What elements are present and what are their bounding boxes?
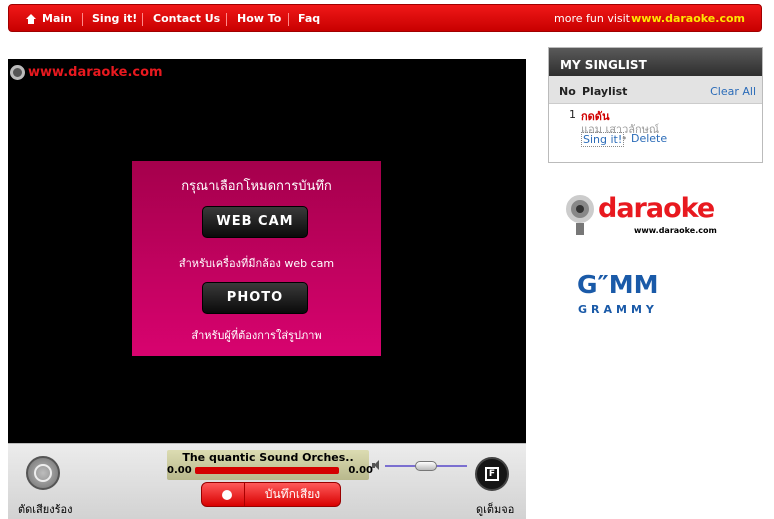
time-total: 0.00: [348, 465, 373, 476]
volume-icon[interactable]: [372, 459, 380, 471]
record-icon: [222, 490, 232, 500]
fullscreen-label: ดูเต็มจอ: [476, 503, 515, 516]
fullscreen-button[interactable]: F: [475, 457, 509, 491]
nav-main[interactable]: Main: [42, 5, 72, 33]
grammy-logo-text: GRAMMY: [578, 303, 658, 316]
record-label: บันทึกเสียง: [264, 487, 321, 501]
daraoke-logo-url: www.daraoke.com: [634, 226, 717, 235]
clear-all-link[interactable]: Clear All: [710, 85, 756, 98]
now-playing-panel: The quantic Sound Orches.. 0.00 0.00: [167, 450, 373, 480]
vocal-cut-button[interactable]: [26, 456, 60, 490]
player-logo-text: www.daraoke.com: [28, 64, 163, 80]
fullscreen-icon: F: [485, 467, 499, 481]
daraoke-logo[interactable]: daraoke www.daraoke.com: [566, 193, 726, 239]
vocal-cut-icon: [34, 464, 52, 482]
microphone-icon: [10, 64, 25, 80]
player-logo: www.daraoke.com: [10, 63, 163, 81]
home-icon[interactable]: [26, 14, 36, 24]
song-title: The quantic Sound Orches..: [182, 451, 354, 464]
record-mode-panel: กรุณาเลือกโหมดการบันทึก WEB CAM สำหรับเค…: [132, 161, 381, 356]
nav-how-to[interactable]: How To: [237, 5, 281, 33]
gmm-logo-text: G″MM: [577, 270, 659, 299]
col-playlist: Playlist: [582, 85, 628, 98]
nav-sing-it[interactable]: Sing it!: [92, 5, 137, 33]
webcam-button[interactable]: WEB CAM: [202, 206, 308, 238]
fun-visit-text: more fun visit: [554, 12, 630, 25]
daraoke-logo-text: daraoke: [598, 193, 715, 224]
volume-slider-handle[interactable]: [415, 461, 437, 471]
nav-divider: [142, 13, 143, 26]
vocal-cut-label: ตัดเสียงร้อง: [18, 503, 73, 516]
daraoke-link[interactable]: www.daraoke.com: [631, 5, 745, 33]
webcam-description: สำหรับเครื่องที่มีกล้อง web cam: [178, 257, 335, 270]
photo-description: สำหรับผู้ที่ต้องการใส่รูปภาพ: [191, 329, 322, 342]
item-number: 1: [569, 108, 576, 121]
singlist-header: No Playlist Clear All: [549, 76, 762, 104]
nav-divider: [288, 13, 289, 26]
top-nav: Main Sing it! Contact Us How To Faq more…: [8, 4, 762, 32]
my-singlist: MY SINGLIST No Playlist Clear All 1 กดดั…: [548, 47, 763, 163]
nav-faq[interactable]: Faq: [298, 5, 320, 33]
video-player: www.daraoke.com กรุณาเลือกโหมดการบันทึก …: [8, 59, 526, 443]
nav-divider: [226, 13, 227, 26]
singlist-title: MY SINGLIST: [549, 48, 762, 76]
record-button[interactable]: บันทึกเสียง: [201, 482, 341, 507]
microphone-stem: [576, 223, 584, 235]
col-no: No: [559, 85, 576, 98]
list-item: 1 กดดัน แอม เสาวลักษณ์ Sing it! • Delete: [549, 104, 762, 147]
item-separator: •: [621, 132, 628, 145]
nav-contact-us[interactable]: Contact Us: [153, 5, 220, 33]
time-elapsed: 0.00: [167, 465, 192, 476]
sing-it-link[interactable]: Sing it!: [581, 132, 625, 147]
page: Main Sing it! Contact Us How To Faq more…: [0, 0, 774, 519]
progress-bar[interactable]: [195, 467, 339, 474]
photo-button[interactable]: PHOTO: [202, 282, 308, 314]
record-mode-title: กรุณาเลือกโหมดการบันทึก: [181, 179, 332, 194]
player-control-bar: ตัดเสียงร้อง The quantic Sound Orches.. …: [8, 443, 526, 519]
delete-link[interactable]: Delete: [631, 132, 667, 145]
microphone-icon: [566, 195, 594, 223]
nav-divider: [82, 13, 83, 26]
gmm-grammy-logo[interactable]: G″MM GRAMMY: [575, 270, 670, 320]
